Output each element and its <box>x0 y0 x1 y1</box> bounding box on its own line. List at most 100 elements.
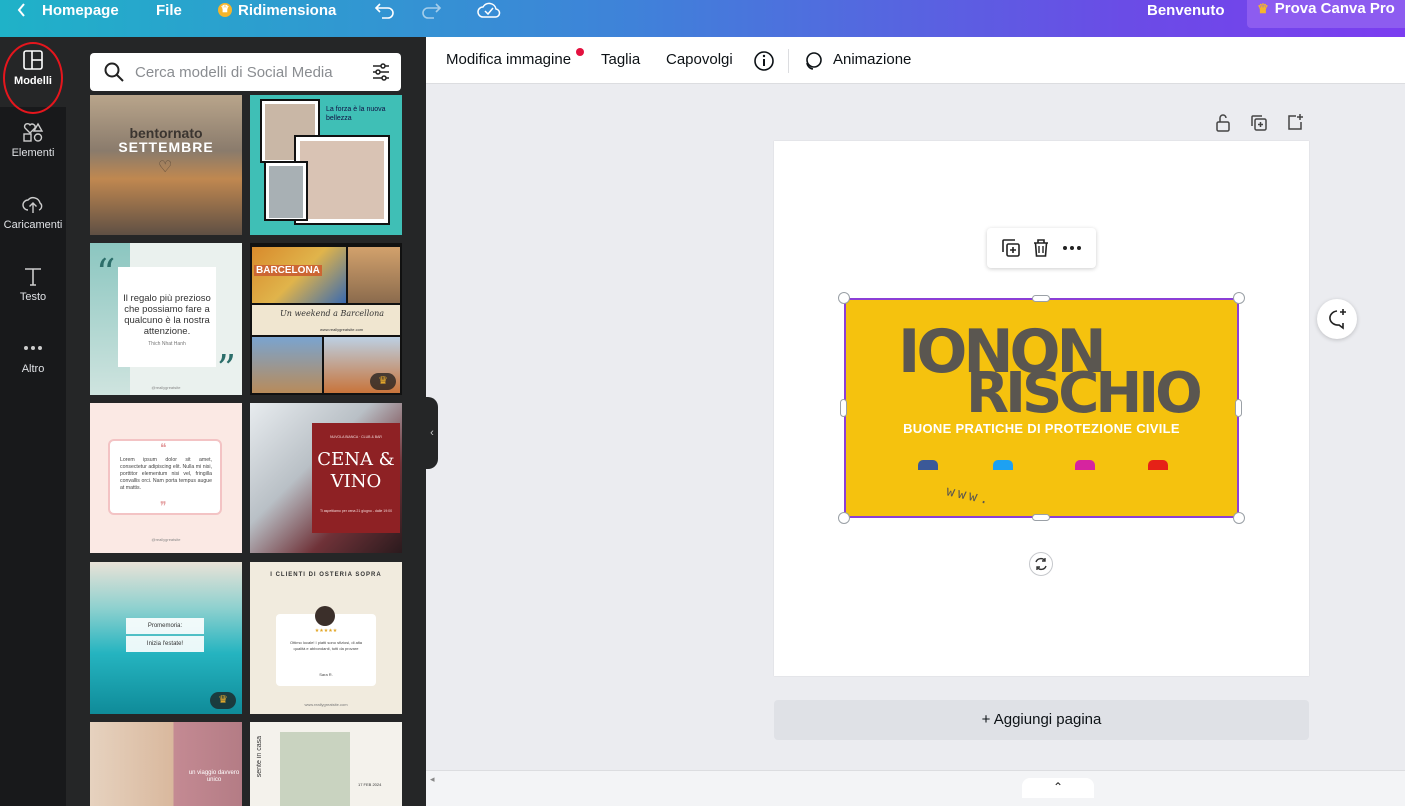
resize-handle[interactable] <box>838 512 850 524</box>
scroll-left-icon[interactable]: ◂ <box>430 774 435 785</box>
redo-button[interactable] <box>420 0 442 20</box>
template-text: NUVOLA BIANCA · CLUB & BAR <box>330 435 382 439</box>
bottom-bar <box>426 770 1405 806</box>
welcome-text: Benvenuto <box>1147 0 1225 20</box>
template-text: Sara R. <box>319 672 333 677</box>
edit-image-button[interactable]: Modifica immagine <box>446 51 571 68</box>
youtube-icon <box>1148 460 1168 470</box>
crown-icon: ♛ <box>1257 1 1269 16</box>
welcome-label: Benvenuto <box>1147 1 1225 19</box>
rotate-icon <box>1035 557 1047 571</box>
template-card[interactable]: La forza è la nuova bellezza <box>250 95 402 235</box>
template-text: 17 FEB 2024 <box>358 782 382 787</box>
filter-icon[interactable] <box>371 62 391 82</box>
resize-button[interactable]: ♛ Ridimensiona <box>218 0 336 20</box>
more-dots-icon <box>24 346 42 350</box>
rail-item-elementi[interactable]: Elementi <box>0 109 66 179</box>
chevron-left-icon <box>17 3 25 17</box>
rail-label: Elementi <box>11 147 55 159</box>
template-text: BARCELONA <box>254 265 322 276</box>
template-card[interactable]: “ Il regalo più prezioso che possiamo fa… <box>90 243 242 395</box>
template-card[interactable]: bentornato SETTEMBRE ♡ <box>90 95 242 235</box>
crop-button[interactable]: Taglia <box>601 51 640 68</box>
rotate-handle[interactable] <box>1029 552 1053 576</box>
unlock-icon[interactable] <box>1214 113 1232 133</box>
templates-icon <box>23 50 43 70</box>
template-card[interactable]: NUVOLA BIANCA · CLUB & BAR CENA & VINO T… <box>250 403 402 553</box>
homepage-button[interactable]: Homepage <box>16 0 119 20</box>
add-comment-button[interactable] <box>1317 299 1357 339</box>
template-card[interactable]: un viaggio davvero unico <box>90 722 242 806</box>
pro-label: Prova Canva Pro <box>1274 0 1395 17</box>
facebook-icon <box>918 460 938 470</box>
template-card[interactable]: BARCELONA Un weekend a Barcellona www.re… <box>250 243 402 395</box>
cloud-check-icon <box>477 2 501 18</box>
template-text: ★★★★★ <box>314 628 338 634</box>
twitter-icon <box>993 460 1013 470</box>
expand-pages-button[interactable]: ⌃ <box>1022 778 1094 798</box>
animation-button[interactable]: Animazione <box>833 51 911 68</box>
info-icon[interactable] <box>753 50 775 72</box>
template-card[interactable]: I CLIENTI DI OSTERIA SOPRA ★★★★★ Ottimo … <box>250 562 402 714</box>
resize-handle[interactable] <box>840 399 847 417</box>
template-card[interactable]: ❝ Lorem ipsum dolor sit amet, consectetu… <box>90 403 242 553</box>
template-text: www.reallygreatsite.com <box>304 702 348 707</box>
template-text: sente in casa <box>256 736 263 778</box>
more-options-icon[interactable] <box>1062 238 1082 258</box>
rail-item-altro[interactable]: Altro <box>0 325 66 395</box>
selected-image[interactable]: IONON RISCHIO BUONE PRATICHE DI PROTEZIO… <box>844 298 1239 518</box>
add-page-icon[interactable] <box>1286 113 1304 131</box>
flip-button[interactable]: Capovolgi <box>666 51 733 68</box>
rail-label: Altro <box>21 363 45 375</box>
chevron-up-icon: ⌃ <box>1052 780 1064 794</box>
duplicate-page-icon[interactable] <box>1250 114 1268 132</box>
rail-item-caricamenti[interactable]: Caricamenti <box>0 181 66 251</box>
rail-item-modelli[interactable]: Modelli <box>0 37 66 107</box>
resize-handle[interactable] <box>838 292 850 304</box>
resize-handle[interactable] <box>1233 512 1245 524</box>
template-text: Promemoria: <box>126 618 204 634</box>
duplicate-icon[interactable] <box>1001 238 1021 258</box>
resize-handle[interactable] <box>1032 514 1050 521</box>
top-bar: Homepage File ♛ Ridimensiona Benvenuto ♛… <box>0 0 1405 37</box>
collapse-panel-handle[interactable]: ‹ <box>426 397 438 469</box>
template-text: un viaggio davvero unico <box>188 770 240 783</box>
undo-button[interactable] <box>374 0 396 20</box>
template-text: CENA & VINO <box>317 449 395 492</box>
editor-toolbar: Modifica immagine Taglia Capovolgi Anima… <box>426 37 1405 84</box>
resize-handle[interactable] <box>1235 399 1242 417</box>
undo-icon <box>374 3 394 19</box>
resize-handle[interactable] <box>1233 292 1245 304</box>
trash-icon[interactable] <box>1032 238 1050 258</box>
crown-icon: ♛ <box>218 3 232 17</box>
template-text: Un weekend a Barcellona <box>280 309 385 318</box>
design-www: www. <box>944 483 993 509</box>
avatar <box>315 606 335 626</box>
template-text: Thich Nhat Hanh <box>148 341 186 347</box>
add-page-button[interactable]: + Aggiungi pagina <box>774 700 1309 740</box>
resize-handle[interactable] <box>1032 295 1050 302</box>
homepage-label: Homepage <box>42 1 119 19</box>
template-text: Lorem ipsum dolor sit amet, consectetur … <box>120 457 212 491</box>
template-text: I CLIENTI DI OSTERIA SOPRA <box>270 572 382 578</box>
template-text: @reallygreatsite <box>151 537 181 542</box>
search-box[interactable] <box>90 53 401 91</box>
element-floating-toolbar <box>987 228 1096 268</box>
cloud-saved-button[interactable] <box>477 0 501 20</box>
template-card[interactable]: Promemoria: Inizia l'estate! ♛ <box>90 562 242 714</box>
quote-open-icon: “ <box>96 251 116 295</box>
templates-panel: bentornato SETTEMBRE ♡ La forza è la nuo… <box>66 37 426 806</box>
file-label: File <box>156 1 182 19</box>
rail-item-testo[interactable]: Testo <box>0 253 66 323</box>
notification-dot <box>576 48 584 56</box>
template-text: Il regalo più prezioso che possiamo fare… <box>123 293 211 337</box>
search-input[interactable] <box>133 62 353 82</box>
crown-icon: ♛ <box>210 692 236 709</box>
file-menu[interactable]: File <box>156 0 182 20</box>
instagram-icon <box>1075 460 1095 470</box>
chevron-left-icon: ‹ <box>430 427 434 439</box>
try-canva-pro-button[interactable]: ♛ Prova Canva Pro <box>1247 0 1405 28</box>
template-card[interactable]: sente in casa 17 FEB 2024 <box>250 722 402 806</box>
rail-label: Modelli <box>14 75 52 87</box>
template-text: La forza è la nuova bellezza <box>326 106 386 122</box>
